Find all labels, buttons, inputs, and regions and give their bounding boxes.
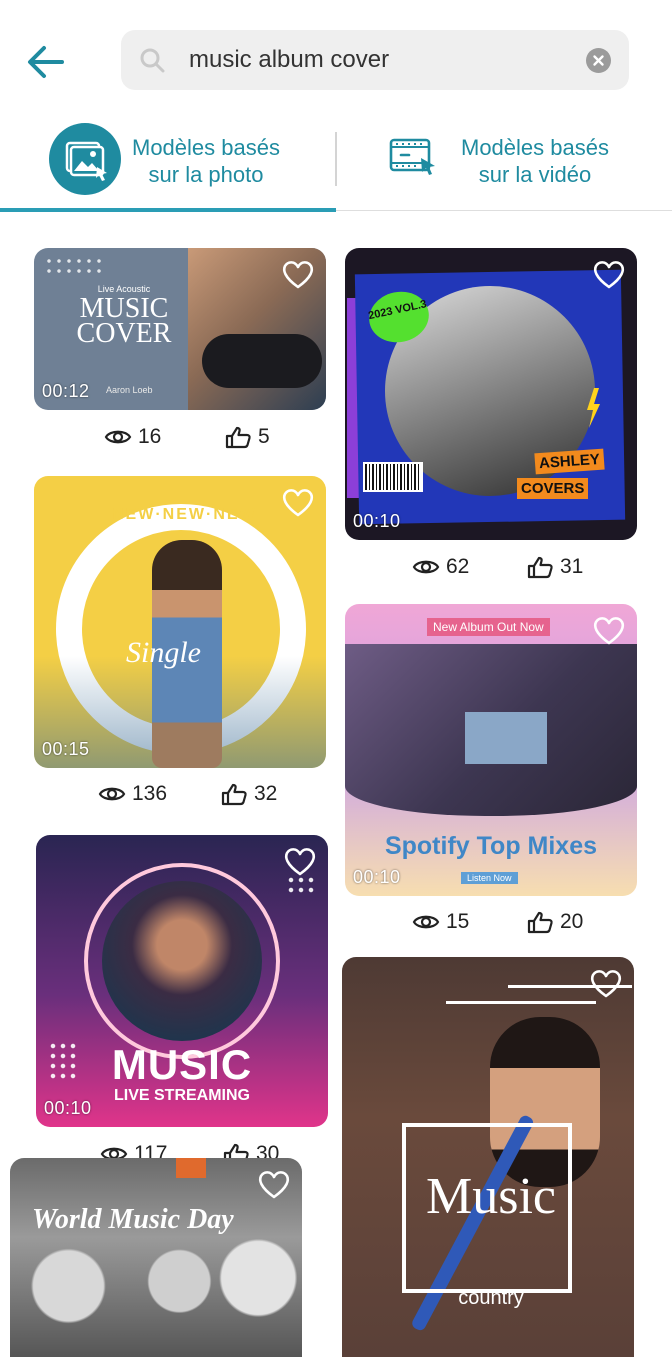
video-template-icon [387,128,441,182]
eye-icon [412,560,440,574]
views-stat: 62 [412,555,469,579]
eye-icon [104,430,132,444]
likes-stat: 20 [526,910,583,934]
views-stat: 15 [412,910,469,934]
heart-icon[interactable] [282,845,318,877]
card-title: MUSIC [111,1041,253,1088]
duration-label: 00:12 [42,381,90,401]
guitar-shape [202,334,322,388]
card-subtitle: country [458,1287,524,1309]
card-title: Spotify Top Mixes [384,832,598,860]
template-card-music-country[interactable]: Music country [342,957,634,1357]
likes-stat: 31 [526,555,583,579]
likes-count: 5 [258,425,270,448]
tab-video-label-line1: Modèles basés [461,135,609,160]
card-tag: New Album Out Now [427,618,550,636]
card-author: Aaron Loeb [106,385,153,395]
likes-count: 20 [560,910,584,933]
duration-label: 00:15 [42,739,90,759]
card-title: MUSIC COVER [76,293,172,349]
likes-stat: 32 [220,782,277,806]
views-count: 62 [446,555,470,578]
heart-icon[interactable] [280,486,316,518]
tab-photo-label-line1: Modèles basés [132,135,280,160]
template-card-spotify-top-mixes[interactable]: New Album Out Now Spotify Top Mixes List… [345,604,637,896]
decorative-dots [286,875,318,897]
heart-icon[interactable] [591,258,627,290]
card-title: Music [426,1168,556,1225]
ring-text: NEW·NEW·NEW [112,506,257,523]
search-icon [140,48,165,73]
card-stats: 136 32 [98,782,318,814]
decorative-line [446,1001,596,1004]
clear-search-button[interactable] [586,48,611,73]
portrait-photo [102,881,262,1041]
template-card-world-music-day[interactable]: World Music Day [10,1158,302,1357]
card-stats: 62 31 [412,555,612,587]
tab-video-templates[interactable]: Modèles basés sur la vidéo [337,118,672,210]
duration-label: 00:10 [353,511,401,531]
card-title: Single [126,636,201,669]
barcode [363,462,423,492]
search-input[interactable] [189,42,569,78]
thumbs-up-icon [527,556,553,579]
likes-count: 31 [560,555,584,578]
flag-shape [176,1158,206,1178]
views-count: 136 [132,782,168,805]
card-button-label: Listen Now [461,872,518,884]
decorative-dots [44,256,104,278]
duration-label: 00:10 [353,867,401,887]
likes-count: 32 [254,782,278,805]
heart-icon[interactable] [588,967,624,999]
heart-icon[interactable] [591,614,627,646]
tab-video-label-line2: sur la vidéo [478,162,592,187]
card-stats: 16 5 [104,425,304,457]
card-stats: 15 20 [412,910,612,942]
template-card-new-single[interactable]: NEW·NEW·NEW Single 00:15 [34,476,326,768]
tab-photo-templates[interactable]: Modèles basés sur la photo [0,118,336,210]
monitor-shape [465,712,547,764]
search-bar[interactable] [121,30,629,90]
duration-label: 00:10 [44,1098,92,1118]
heart-icon[interactable] [256,1168,292,1200]
covers-label: COVERS [517,478,589,499]
template-card-music-cover[interactable]: Live Acoustic MUSIC COVER Aaron Loeb 00:… [34,248,326,410]
thumbs-up-icon [221,783,247,806]
tab-video-label: Modèles basés sur la vidéo [455,134,615,188]
views-count: 16 [138,425,162,448]
close-icon [593,55,604,66]
template-card-ashley-covers[interactable]: 2023 VOL.3 ASHLEY COVERS 00:10 [345,248,637,540]
heart-icon[interactable] [280,258,316,290]
tab-photo-label-line2: sur la photo [148,162,264,187]
template-card-music-live-streaming[interactable]: MUSIC LIVE STREAMING 00:10 [36,835,328,1127]
views-stat: 136 [98,782,167,806]
eye-icon [412,915,440,929]
back-button[interactable] [22,38,70,86]
back-arrow-icon [28,46,64,78]
image-template-icon [49,123,121,195]
tab-photo-label: Modèles basés sur la photo [126,134,286,188]
likes-stat: 5 [224,425,270,449]
views-stat: 16 [104,425,161,449]
thumbs-up-icon [225,426,251,449]
views-count: 15 [446,910,470,933]
card-title: World Music Day [32,1204,234,1235]
tab-selected-indicator [0,208,336,212]
thumbs-up-icon [527,911,553,934]
eye-icon [98,787,126,801]
